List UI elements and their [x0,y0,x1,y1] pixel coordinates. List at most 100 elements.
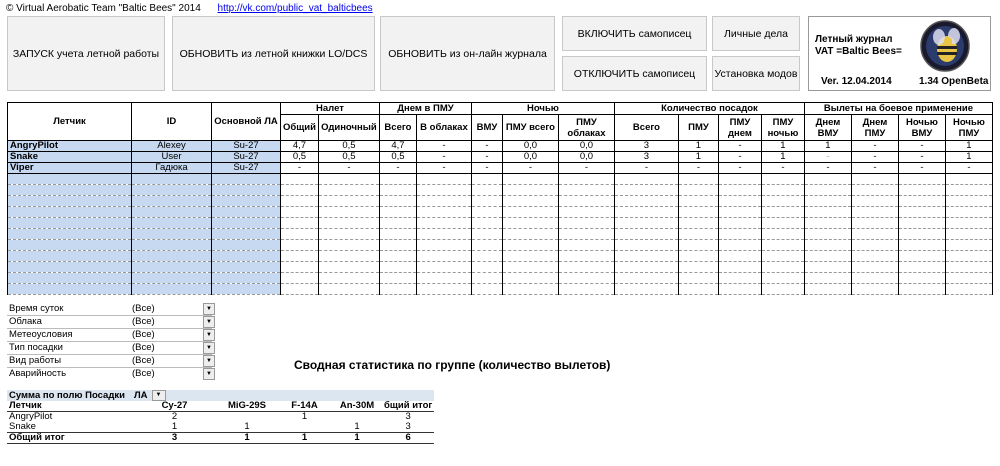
empty-cell[interactable] [944,261,993,273]
empty-cell[interactable] [211,239,281,251]
empty-cell[interactable] [760,184,805,196]
filter-weather[interactable]: Метеоусловия (Все) ▼ [7,329,215,342]
empty-cell[interactable] [557,217,615,229]
value-cell[interactable]: 0,5 [317,140,380,152]
empty-cell[interactable] [897,283,946,295]
aircraft-cell[interactable]: Su-27 [211,140,281,152]
filter-value[interactable]: (Все) [132,368,155,379]
empty-cell[interactable] [944,272,993,284]
empty-cell[interactable] [760,272,805,284]
empty-cell[interactable] [760,173,805,185]
value-cell[interactable]: 1 [944,140,993,152]
empty-cell[interactable] [717,261,762,273]
id-cell[interactable]: User [131,151,212,163]
empty-cell[interactable] [944,239,993,251]
empty-cell[interactable] [211,272,281,284]
dropdown-arrow-icon[interactable]: ▼ [203,303,215,315]
empty-cell[interactable] [760,228,805,240]
empty-cell[interactable] [850,261,899,273]
empty-cell[interactable] [7,283,132,295]
value-cell[interactable]: - [803,162,852,174]
pivot-cell[interactable]: 1 [217,432,277,445]
empty-cell[interactable] [378,228,417,240]
empty-cell[interactable] [803,195,852,207]
empty-cell[interactable] [7,195,132,207]
value-cell[interactable]: 1 [677,151,719,163]
empty-cell[interactable] [803,283,852,295]
empty-cell[interactable] [677,184,719,196]
empty-row[interactable] [7,239,993,251]
value-cell[interactable]: - [677,162,719,174]
dropdown-arrow-icon[interactable]: ▼ [203,355,215,367]
filter-accidents[interactable]: Аварийность (Все) ▼ [7,368,215,380]
empty-cell[interactable] [317,206,380,218]
empty-cell[interactable] [717,250,762,262]
empty-cell[interactable] [470,173,503,185]
value-cell[interactable]: - [717,140,762,152]
empty-row[interactable] [7,217,993,229]
empty-cell[interactable] [897,250,946,262]
empty-cell[interactable] [850,283,899,295]
empty-cell[interactable] [850,206,899,218]
empty-cell[interactable] [557,173,615,185]
empty-cell[interactable] [897,228,946,240]
empty-cell[interactable] [378,195,417,207]
value-cell[interactable]: 1 [944,151,993,163]
empty-cell[interactable] [211,195,281,207]
empty-cell[interactable] [944,217,993,229]
pilot-cell[interactable]: Viper [7,162,132,174]
empty-cell[interactable] [613,239,679,251]
empty-cell[interactable] [211,217,281,229]
empty-cell[interactable] [944,184,993,196]
empty-cell[interactable] [470,217,503,229]
value-cell[interactable]: 3 [613,140,679,152]
empty-cell[interactable] [944,228,993,240]
empty-cell[interactable] [850,239,899,251]
recorder-off-button[interactable]: ОТКЛЮЧИТЬ самописец [562,56,707,91]
empty-cell[interactable] [717,184,762,196]
table-row[interactable]: Snake User Su-27 0,5 0,5 0,5 - - 0,0 0,0… [7,151,993,163]
empty-cell[interactable] [415,195,472,207]
empty-cell[interactable] [677,195,719,207]
value-cell[interactable]: - [897,140,946,152]
empty-cell[interactable] [760,217,805,229]
empty-cell[interactable] [557,206,615,218]
value-cell[interactable]: - [470,140,503,152]
empty-cell[interactable] [131,228,212,240]
empty-cell[interactable] [280,217,319,229]
empty-cell[interactable] [803,173,852,185]
empty-cell[interactable] [613,206,679,218]
empty-cell[interactable] [803,239,852,251]
install-mods-button[interactable]: Установка модов [712,56,800,91]
filter-landing-type[interactable]: Тип посадки (Все) ▼ [7,342,215,355]
empty-cell[interactable] [501,261,559,273]
value-cell[interactable]: - [850,151,899,163]
empty-row[interactable] [7,261,993,273]
value-cell[interactable]: - [378,162,417,174]
empty-cell[interactable] [501,195,559,207]
empty-cell[interactable] [677,261,719,273]
empty-cell[interactable] [803,184,852,196]
id-cell[interactable]: Гадюка [131,162,212,174]
table-row[interactable]: Viper Гадюка Su-27 - - - - - - - - - - -… [7,162,993,174]
dropdown-arrow-icon[interactable]: ▼ [203,329,215,341]
empty-cell[interactable] [944,195,993,207]
recorder-on-button[interactable]: ВКЛЮЧИТЬ самописец [562,16,707,51]
aircraft-cell[interactable]: Su-27 [211,162,281,174]
empty-cell[interactable] [897,173,946,185]
empty-cell[interactable] [717,283,762,295]
dropdown-arrow-icon[interactable]: ▼ [203,342,215,354]
empty-row[interactable] [7,228,993,240]
empty-cell[interactable] [760,261,805,273]
empty-cell[interactable] [613,272,679,284]
empty-cell[interactable] [470,184,503,196]
empty-cell[interactable] [557,283,615,295]
empty-cell[interactable] [131,184,212,196]
empty-cell[interactable] [280,261,319,273]
empty-cell[interactable] [760,283,805,295]
value-cell[interactable]: - [280,162,319,174]
empty-cell[interactable] [501,173,559,185]
pivot-cell[interactable] [277,422,332,433]
id-cell[interactable]: Alexey [131,140,212,152]
empty-cell[interactable] [897,261,946,273]
